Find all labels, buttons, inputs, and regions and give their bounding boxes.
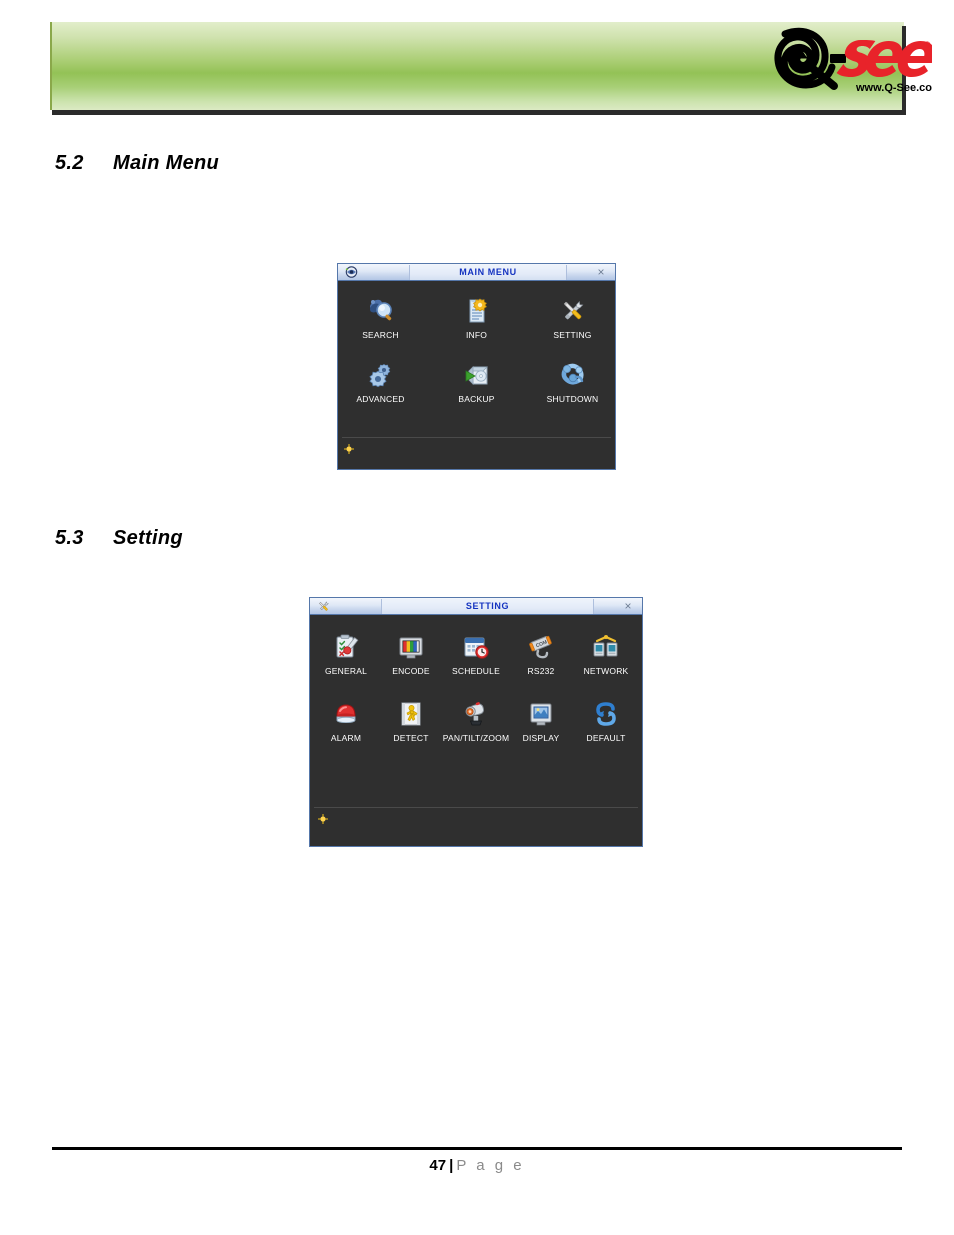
section-number: 5.3 [55, 527, 84, 549]
menu-label: DISPLAY [522, 733, 560, 743]
setting-titlebar: SETTING × [310, 598, 642, 615]
menu-item-default[interactable]: DEFAULT [574, 698, 639, 743]
menu-item-rs232[interactable]: COM RS232 [509, 631, 574, 676]
setting-dialog: SETTING × GENERAL ENCODE SCHEDULE COM RS… [309, 597, 643, 847]
setting-body: GENERAL ENCODE SCHEDULE COM RS232 NETWOR… [310, 615, 642, 846]
q-see-logo-mark: ® www.Q-See.com [774, 27, 932, 94]
power-icon [556, 359, 590, 391]
menu-label: INFO [465, 330, 488, 340]
setting-title: SETTING [381, 598, 594, 614]
menu-label: SEARCH [362, 330, 399, 340]
setting-row-2: ALARM DETECT PAN/TILT/ZOOM DISPLAY DEFAU… [310, 698, 642, 743]
menu-label: GENERAL [324, 666, 368, 676]
menu-label: RS232 [527, 666, 555, 676]
close-icon[interactable]: × [594, 265, 608, 279]
main-menu-body: SEARCH INFO SETTING ADVANCED BACKUP SHUT… [338, 281, 615, 469]
calendar-clock-icon [459, 631, 493, 663]
menu-label: ALARM [330, 733, 362, 743]
main-menu-row-1: SEARCH INFO SETTING [338, 295, 615, 340]
close-icon[interactable]: × [621, 599, 635, 613]
page-word: P a g e [456, 1157, 525, 1174]
menu-item-detect[interactable]: DETECT [379, 698, 444, 743]
menu-label: PAN/TILT/ZOOM [442, 733, 510, 743]
gears-icon [364, 359, 398, 391]
menu-item-alarm[interactable]: ALARM [314, 698, 379, 743]
menu-item-pan-tilt-zoom[interactable]: PAN/TILT/ZOOM [442, 698, 510, 743]
menu-item-encode[interactable]: ENCODE [379, 631, 444, 676]
menu-item-search[interactable]: SEARCH [350, 295, 412, 340]
wrench-screwdriver-icon [313, 599, 333, 614]
menu-label: DEFAULT [586, 733, 626, 743]
refresh-arrows-icon [589, 698, 623, 730]
menu-item-advanced[interactable]: ADVANCED [350, 359, 412, 404]
main-menu-dialog: MAIN MENU × SEARCH INFO SETTING ADVANCED… [337, 263, 616, 470]
header-banner-shadow [52, 110, 906, 115]
menu-item-shutdown[interactable]: SHUTDOWN [542, 359, 604, 404]
logo-website: www.Q-See.com [855, 82, 932, 94]
wrench-screwdriver-icon [556, 295, 590, 327]
page-separator: | [449, 1157, 454, 1174]
walking-person-icon [394, 698, 428, 730]
section-number: 5.2 [55, 152, 84, 174]
menu-label: ENCODE [392, 666, 430, 676]
backup-disc-icon [460, 359, 494, 391]
main-menu-row-2: ADVANCED BACKUP SHUTDOWN [338, 359, 615, 404]
dvr-menu-icon [341, 265, 361, 280]
section-heading-setting: 5.3 Setting [55, 527, 183, 550]
magnifier-icon [364, 295, 398, 327]
logo-see-text [836, 40, 932, 77]
menu-item-general[interactable]: GENERAL [314, 631, 379, 676]
menu-label: BACKUP [458, 394, 495, 404]
logo-q-glyph [774, 27, 838, 90]
section-title: Setting [113, 527, 183, 549]
section-heading-main-menu: 5.2 Main Menu [55, 152, 219, 175]
footer-divider [52, 1147, 902, 1150]
section-title: Main Menu [113, 152, 220, 174]
network-computers-icon [589, 631, 623, 663]
menu-label: DETECT [393, 733, 429, 743]
setting-row-1: GENERAL ENCODE SCHEDULE COM RS232 NETWOR… [310, 631, 642, 676]
setting-icon-grid: GENERAL ENCODE SCHEDULE COM RS232 NETWOR… [310, 615, 642, 743]
com-port-icon: COM [524, 631, 558, 663]
clipboard-pen-icon [329, 631, 363, 663]
page-footer: 47 | P a g e [0, 1157, 954, 1174]
menu-item-info[interactable]: INFO [446, 295, 508, 340]
logo-dash [830, 54, 846, 63]
menu-label: SCHEDULE [452, 666, 500, 676]
setting-divider [314, 807, 638, 808]
menu-item-schedule[interactable]: SCHEDULE [444, 631, 509, 676]
bulb-icon [343, 441, 355, 455]
ptz-camera-icon [459, 698, 493, 730]
menu-item-setting[interactable]: SETTING [542, 295, 604, 340]
logo-registered-mark: ® [924, 40, 931, 50]
main-menu-title: MAIN MENU [409, 264, 567, 280]
menu-label: NETWORK [583, 666, 629, 676]
alarm-dome-icon [329, 698, 363, 730]
menu-item-network[interactable]: NETWORK [574, 631, 639, 676]
q-see-logo: ® www.Q-See.com [772, 24, 932, 96]
document-gear-icon [460, 295, 494, 327]
main-menu-icon-grid: SEARCH INFO SETTING ADVANCED BACKUP SHUT… [338, 281, 615, 404]
page-number: 47 [429, 1157, 447, 1174]
main-menu-divider [342, 437, 611, 438]
main-menu-titlebar: MAIN MENU × [338, 264, 615, 281]
bulb-icon [317, 811, 329, 825]
monitor-colorbars-icon [394, 631, 428, 663]
menu-label: SETTING [553, 330, 592, 340]
menu-item-backup[interactable]: BACKUP [446, 359, 508, 404]
display-monitor-icon [524, 698, 558, 730]
menu-label: SHUTDOWN [546, 394, 599, 404]
menu-item-display[interactable]: DISPLAY [509, 698, 574, 743]
menu-label: ADVANCED [356, 394, 405, 404]
